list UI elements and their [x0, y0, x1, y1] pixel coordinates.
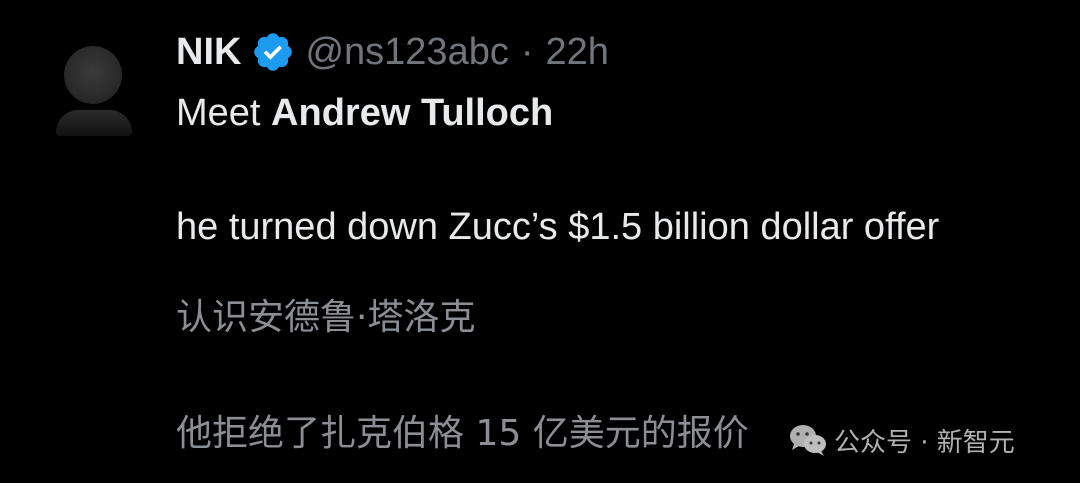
tweet-text-line-2: he turned down Zucc’s $1.5 billion dolla…: [176, 206, 940, 248]
tweet-timestamp[interactable]: 22h: [546, 31, 609, 74]
translation-line-2: 他拒绝了扎克伯格 15 亿美元的报价: [176, 413, 749, 454]
author-name[interactable]: NIK: [176, 31, 241, 74]
avatar-head: [64, 46, 122, 104]
author-handle[interactable]: @ns123abc: [305, 31, 508, 74]
avatar[interactable]: [56, 40, 132, 136]
tweet-text-prefix: Meet: [176, 92, 272, 134]
verified-badge-icon: [251, 30, 295, 74]
tweet-text-line-1: Meet Andrew Tulloch: [176, 92, 553, 135]
translation-line-1: 认识安德鲁·塔洛克: [176, 297, 476, 338]
mentioned-name: Andrew Tulloch: [271, 92, 554, 134]
watermark: 公众号 · 新智元: [788, 420, 1015, 460]
wechat-icon: [788, 423, 828, 457]
avatar-shoulders: [56, 110, 132, 136]
watermark-text: 公众号 · 新智元: [834, 427, 1015, 458]
header-separator: ·: [520, 30, 534, 73]
tweet-header: NIK @ns123abc · 22h: [176, 26, 609, 78]
